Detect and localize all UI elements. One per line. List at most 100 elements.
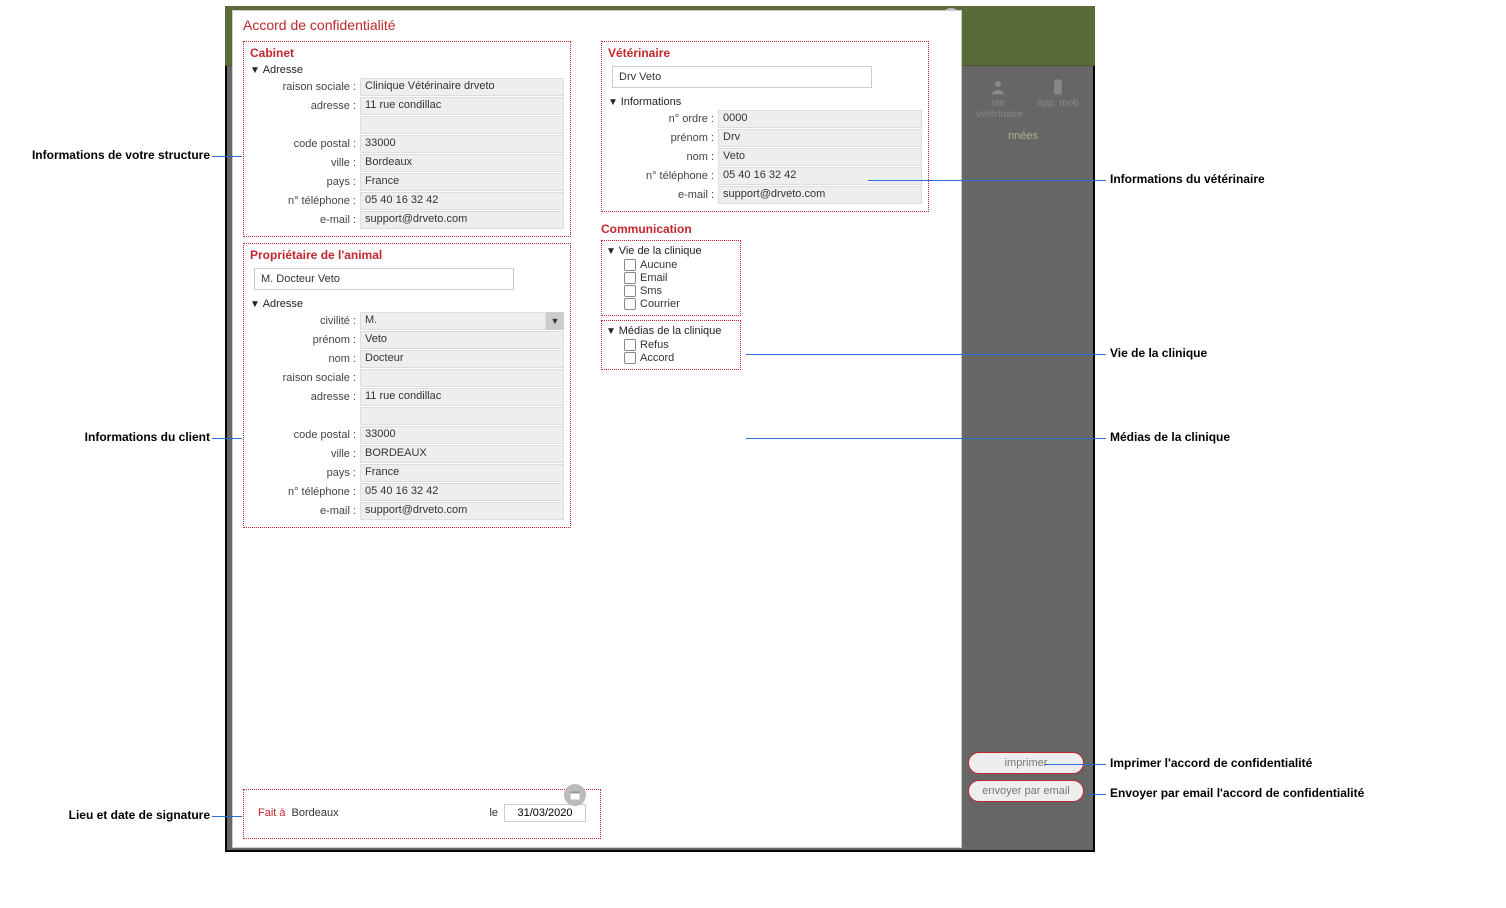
owner-cp-label: code postal :	[250, 429, 360, 441]
vie-aucune-label: Aucune	[640, 259, 677, 271]
cabinet-title: Cabinet	[250, 46, 564, 60]
owner-title: Propriétaire de l'animal	[250, 248, 564, 262]
owner-box: Propriétaire de l'animal Adresse civilit…	[243, 243, 571, 528]
owner-civ-label: civilité :	[250, 315, 360, 327]
vet-name-input[interactable]	[612, 66, 872, 88]
media-refus-label: Refus	[640, 339, 669, 351]
leader-line	[746, 438, 1106, 439]
annot-vie: Vie de la clinique	[1110, 346, 1207, 360]
vet-ordre-label: n° ordre :	[608, 113, 718, 125]
cabinet-pays-label: pays :	[250, 176, 360, 188]
print-button[interactable]: imprimer	[968, 752, 1084, 774]
leader-line	[1044, 764, 1106, 765]
leader-line	[868, 180, 1106, 181]
vie-clinique-box: Vie de la clinique Aucune Email Sms Cour…	[601, 240, 741, 316]
annot-client: Informations du client	[0, 430, 210, 444]
leader-line	[746, 354, 1106, 355]
owner-civ-select[interactable]: M.▼	[360, 312, 564, 330]
cabinet-tel-input[interactable]: 05 40 16 32 42	[360, 192, 564, 210]
owner-email-label: e-mail :	[250, 505, 360, 517]
media-clinique-head[interactable]: Médias de la clinique	[606, 325, 736, 337]
leader-line	[212, 438, 242, 439]
cabinet-email-label: e-mail :	[250, 214, 360, 226]
communication-section: Communication Vie de la clinique Aucune …	[601, 222, 929, 370]
vie-email-label: Email	[640, 272, 668, 284]
action-buttons: imprimer envoyer par email	[968, 752, 1084, 808]
cabinet-cp-input[interactable]: 33000	[360, 135, 564, 153]
leader-line	[212, 156, 242, 157]
lieu-value: Bordeaux	[292, 807, 339, 819]
vet-prenom-input[interactable]: Drv	[718, 129, 922, 147]
vet-box: Vétérinaire Informations n° ordre :0000 …	[601, 41, 929, 212]
cabinet-cp-label: code postal :	[250, 138, 360, 150]
vet-prenom-label: prénom :	[608, 132, 718, 144]
cabinet-adresse-head[interactable]: Adresse	[250, 64, 564, 76]
vet-email-label: e-mail :	[608, 189, 718, 201]
leader-line	[1088, 794, 1106, 795]
owner-tel-input[interactable]: 05 40 16 32 42	[360, 483, 564, 501]
vet-nom-input[interactable]: Veto	[718, 148, 922, 166]
vet-tel-input[interactable]: 05 40 16 32 42	[718, 167, 922, 185]
app-toolbar-icons: ste vétérinaire app. mob	[976, 78, 1498, 120]
annot-structure: Informations de votre structure	[0, 148, 210, 162]
cabinet-adresse-input[interactable]: 11 rue condillac	[360, 97, 564, 115]
owner-adresse2-input[interactable]	[360, 407, 564, 425]
cabinet-email-input[interactable]: support@drveto.com	[360, 211, 564, 229]
send-email-button[interactable]: envoyer par email	[968, 780, 1084, 802]
media-accord-label: Accord	[640, 352, 674, 364]
mobile-app-icon: app. mob	[1036, 78, 1080, 120]
cabinet-adresse-label: adresse :	[250, 100, 360, 112]
owner-adresse-input[interactable]: 11 rue condillac	[360, 388, 564, 406]
vie-sms-checkbox[interactable]	[624, 285, 636, 297]
cabinet-pays-input[interactable]: France	[360, 173, 564, 191]
owner-ville-label: ville :	[250, 448, 360, 460]
owner-ville-input[interactable]: BORDEAUX	[360, 445, 564, 463]
owner-adresse-label: adresse :	[250, 391, 360, 403]
owner-pays-label: pays :	[250, 467, 360, 479]
confidentiality-modal: Accord de confidentialité Cabinet Adress…	[232, 10, 962, 848]
annot-print: Imprimer l'accord de confidentialité	[1110, 756, 1312, 770]
leader-line	[212, 816, 242, 817]
cabinet-raison-label: raison sociale :	[250, 81, 360, 93]
modal-title: Accord de confidentialité	[233, 11, 961, 37]
owner-prenom-label: prénom :	[250, 334, 360, 346]
cabinet-adresse2-input[interactable]	[360, 116, 564, 134]
chevron-down-icon[interactable]: ▼	[546, 312, 564, 330]
le-label: le	[489, 807, 498, 819]
vie-sms-label: Sms	[640, 285, 662, 297]
vet-title: Vétérinaire	[608, 46, 922, 60]
annot-signature: Lieu et date de signature	[0, 808, 210, 822]
owner-prenom-input[interactable]: Veto	[360, 331, 564, 349]
owner-adresse-head[interactable]: Adresse	[250, 298, 564, 310]
vet-tel-label: n° téléphone :	[608, 170, 718, 182]
annot-email: Envoyer par email l'accord de confidenti…	[1110, 786, 1364, 800]
vet-info-head[interactable]: Informations	[608, 96, 922, 108]
owner-name-input[interactable]	[254, 268, 514, 290]
vet-nom-label: nom :	[608, 151, 718, 163]
vet-email-input[interactable]: support@drveto.com	[718, 186, 922, 204]
owner-email-input[interactable]: support@drveto.com	[360, 502, 564, 520]
owner-raison-input[interactable]	[360, 369, 564, 387]
bg-donnees-label: nnées	[1008, 130, 1470, 142]
cabinet-ville-input[interactable]: Bordeaux	[360, 154, 564, 172]
cabinet-tel-label: n° téléphone :	[250, 195, 360, 207]
vie-aucune-checkbox[interactable]	[624, 259, 636, 271]
signature-box: Fait à Bordeaux le	[243, 789, 601, 839]
date-input[interactable]	[504, 804, 586, 822]
vet-ordre-input[interactable]: 0000	[718, 110, 922, 128]
vie-email-checkbox[interactable]	[624, 272, 636, 284]
media-accord-checkbox[interactable]	[624, 352, 636, 364]
fait-a-label: Fait à	[258, 807, 286, 819]
owner-nom-input[interactable]: Docteur	[360, 350, 564, 368]
calendar-icon[interactable]	[564, 784, 586, 806]
media-clinique-box: Médias de la clinique Refus Accord	[601, 320, 741, 370]
comm-title: Communication	[601, 222, 929, 236]
owner-tel-label: n° téléphone :	[250, 486, 360, 498]
owner-pays-input[interactable]: France	[360, 464, 564, 482]
vie-clinique-head[interactable]: Vie de la clinique	[606, 245, 736, 257]
media-refus-checkbox[interactable]	[624, 339, 636, 351]
cabinet-raison-input[interactable]: Clinique Vétérinaire drveto	[360, 78, 564, 96]
owner-cp-input[interactable]: 33000	[360, 426, 564, 444]
annot-vet: Informations du vétérinaire	[1110, 172, 1265, 186]
vie-courrier-checkbox[interactable]	[624, 298, 636, 310]
